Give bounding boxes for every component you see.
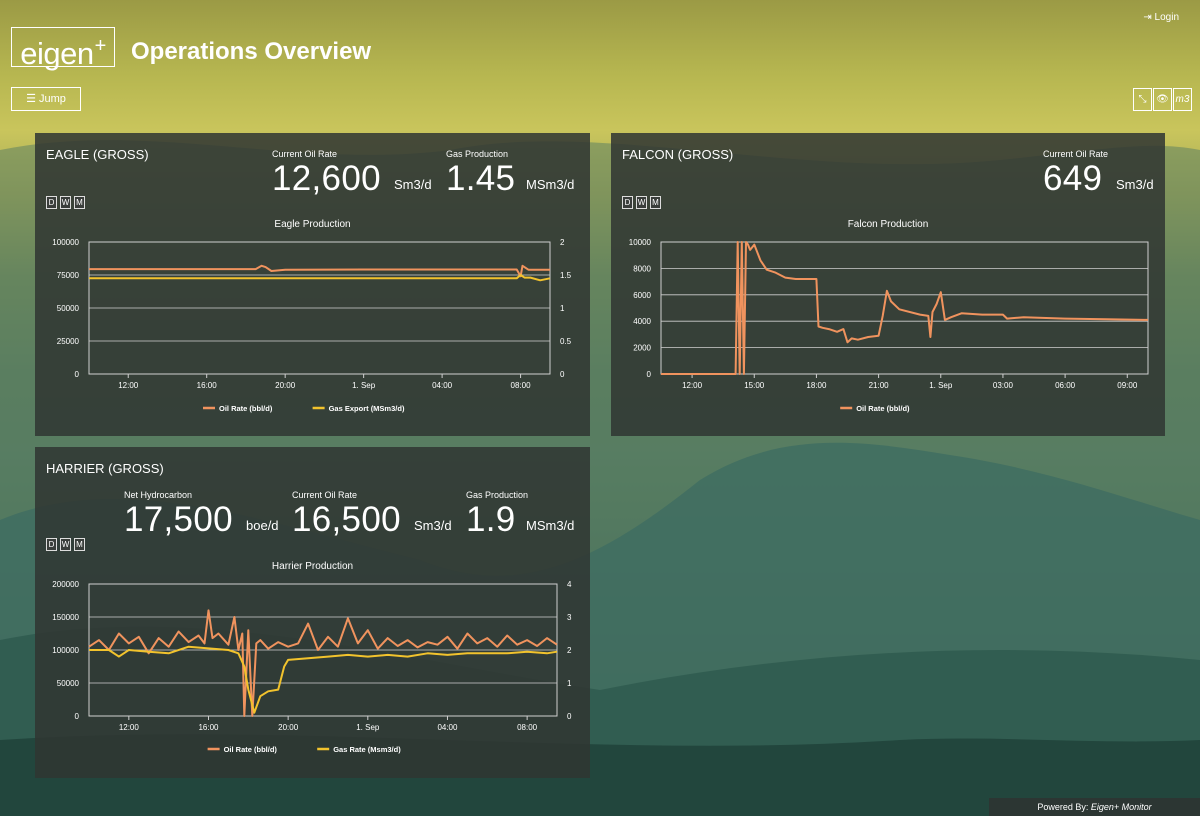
y2-tick-label: 0 [567,712,572,721]
view-button[interactable]: 👁 [1153,88,1172,111]
y-tick-label: 25000 [57,337,80,346]
y-tick-label: 0 [647,370,652,379]
collapse-icon: ⤡ [1138,94,1147,105]
x-tick-label: 06:00 [1055,381,1076,390]
legend-label: Gas Export (MSm3/d) [329,404,405,413]
y2-tick-label: 0 [560,370,565,379]
x-tick-label: 04:00 [437,723,458,732]
y-tick-label: 50000 [57,679,80,688]
y-tick-label: 10000 [629,238,652,247]
y2-tick-label: 3 [567,613,572,622]
eigen-logo[interactable]: eigen+ [11,27,115,71]
logo-plus: + [94,35,107,57]
y2-tick-label: 2 [567,646,572,655]
x-tick-label: 12:00 [682,381,703,390]
series-line [89,274,551,282]
x-tick-label: 20:00 [278,723,299,732]
falcon-production-chart: 0 2000 4000 6000 8000 10000 12:00 15:00 18:00 21:… [629,238,1149,413]
x-tick-label: 21:00 [869,381,890,390]
x-tick-label: 16:00 [198,723,219,732]
y-tick-label: 75000 [57,271,80,280]
legend-label: Oil Rate (bbl/d) [224,745,278,754]
y2-tick-label: 4 [567,580,572,589]
menu-icon: ☰ [26,93,36,105]
x-tick-label: 09:00 [1117,381,1138,390]
y-tick-label: 150000 [52,613,79,622]
y-tick-label: 4000 [633,317,651,326]
x-tick-label: 1. Sep [352,381,376,390]
x-tick-label: 20:00 [275,381,296,390]
footer-powered-by: Powered By: Eigen+ Monitor [989,798,1200,816]
y2-tick-label: 0.5 [560,337,572,346]
x-tick-label: 15:00 [744,381,765,390]
harrier-production-chart: 0 50000 100000 150000 200000 0 1 2 3 4 12:00 16:00 2… [52,580,572,754]
x-tick-label: 1. Sep [929,381,953,390]
eagle-production-chart: 0 25000 50000 75000 100000 0 0.5 1 1.5 2 12:00 16:0… [52,238,572,413]
eagle-panel: EAGLE (GROSS) Current Oil Rate 12,600 Sm… [35,133,590,436]
falcon-panel: FALCON (GROSS) Current Oil Rate 649 Sm3/… [611,133,1165,436]
y-tick-label: 0 [75,370,80,379]
page-title: Operations Overview [131,38,372,65]
y-tick-label: 200000 [52,580,79,589]
y2-tick-label: 2 [560,238,565,247]
legend-label: Oil Rate (bbl/d) [219,404,273,413]
y-tick-label: 50000 [57,304,80,313]
harrier-panel: HARRIER (GROSS) Net Hydrocarbon 17,500 b… [35,447,590,778]
legend-label: Gas Rate (Msm3/d) [333,745,401,754]
x-tick-label: 1. Sep [356,723,380,732]
x-tick-label: 04:00 [432,381,453,390]
units-button[interactable]: m3 [1173,88,1192,111]
login-icon: ⇥ [1143,12,1152,23]
footer-prefix: Powered By: [1037,802,1091,812]
jump-button[interactable]: ☰ Jump [11,87,81,111]
eye-icon: 👁 [1156,94,1169,105]
x-tick-label: 08:00 [517,723,538,732]
x-tick-label: 16:00 [197,381,218,390]
units-label: m3 [1175,94,1190,105]
plot-area [660,241,1149,375]
y2-tick-label: 1 [560,304,565,313]
y-tick-label: 100000 [52,646,79,655]
series-line [89,645,558,714]
login-label: Login [1154,12,1179,23]
logo-text: eigen [20,36,94,71]
x-tick-label: 03:00 [993,381,1014,390]
y-tick-label: 100000 [52,238,79,247]
y2-tick-label: 1.5 [560,271,572,280]
footer-brand: Eigen+ Monitor [1090,802,1152,812]
legend-label: Oil Rate (bbl/d) [856,404,910,413]
login-link[interactable]: ⇥ Login [1143,12,1179,23]
y-tick-label: 0 [75,712,80,721]
y-tick-label: 6000 [633,291,651,300]
x-tick-label: 12:00 [119,723,140,732]
y-tick-label: 8000 [633,264,651,273]
x-tick-label: 12:00 [118,381,139,390]
jump-label: Jump [39,93,66,105]
y-tick-label: 2000 [633,344,651,353]
x-tick-label: 18:00 [806,381,827,390]
series-line [661,241,1149,375]
series-line [88,609,558,717]
x-tick-label: 08:00 [511,381,532,390]
y2-tick-label: 1 [567,679,572,688]
collapse-button[interactable]: ⤡ [1133,88,1152,111]
